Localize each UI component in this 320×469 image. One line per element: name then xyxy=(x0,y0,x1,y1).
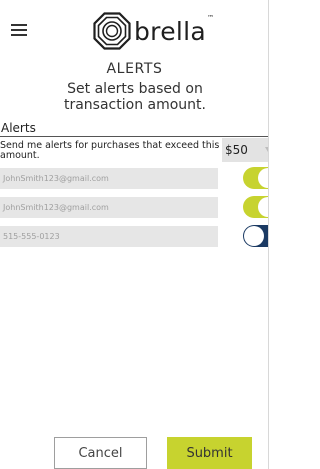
menu-bar xyxy=(11,24,27,26)
brella-logo: brella™ xyxy=(93,11,214,51)
section-divider xyxy=(0,136,268,137)
toggle-knob xyxy=(258,168,268,188)
email-alert-toggle[interactable] xyxy=(243,167,268,189)
menu-bar xyxy=(11,34,27,36)
phone-alert-toggle[interactable] xyxy=(243,225,268,247)
logo-wordmark: brella™ xyxy=(134,13,215,46)
toggle-knob xyxy=(244,226,264,246)
page-subtitle: Set alerts based on transaction amount. xyxy=(63,81,206,113)
chevron-down-icon[interactable] xyxy=(265,147,268,152)
email-alert-field-2[interactable]: JohnSmith123@gmail.com xyxy=(0,197,218,218)
section-label-alerts: Alerts xyxy=(1,121,36,135)
threshold-amount-value: $50 xyxy=(225,143,248,157)
submit-button[interactable]: Submit xyxy=(167,437,252,469)
hamburger-menu-icon[interactable] xyxy=(11,24,27,37)
email-alert-placeholder: JohnSmith123@gmail.com xyxy=(3,174,109,183)
email-alert-toggle-2[interactable] xyxy=(243,196,268,218)
phone-alert-field[interactable]: 515-555-0123 xyxy=(0,226,218,247)
email-alert-field[interactable]: JohnSmith123@gmail.com xyxy=(0,168,218,189)
page-title: ALERTS xyxy=(106,61,163,77)
alerts-screen: brella™ ALERTS Set alerts based on trans… xyxy=(0,0,269,469)
umbrella-octagon-icon xyxy=(93,12,131,50)
threshold-description: Send me alerts for purchases that exceed… xyxy=(0,140,220,161)
menu-bar xyxy=(11,29,27,31)
phone-alert-placeholder: 515-555-0123 xyxy=(3,232,60,241)
threshold-amount-select[interactable]: $50 xyxy=(222,138,268,162)
email-alert-placeholder-2: JohnSmith123@gmail.com xyxy=(3,203,109,212)
cancel-button[interactable]: Cancel xyxy=(54,437,147,469)
toggle-knob xyxy=(258,197,268,217)
